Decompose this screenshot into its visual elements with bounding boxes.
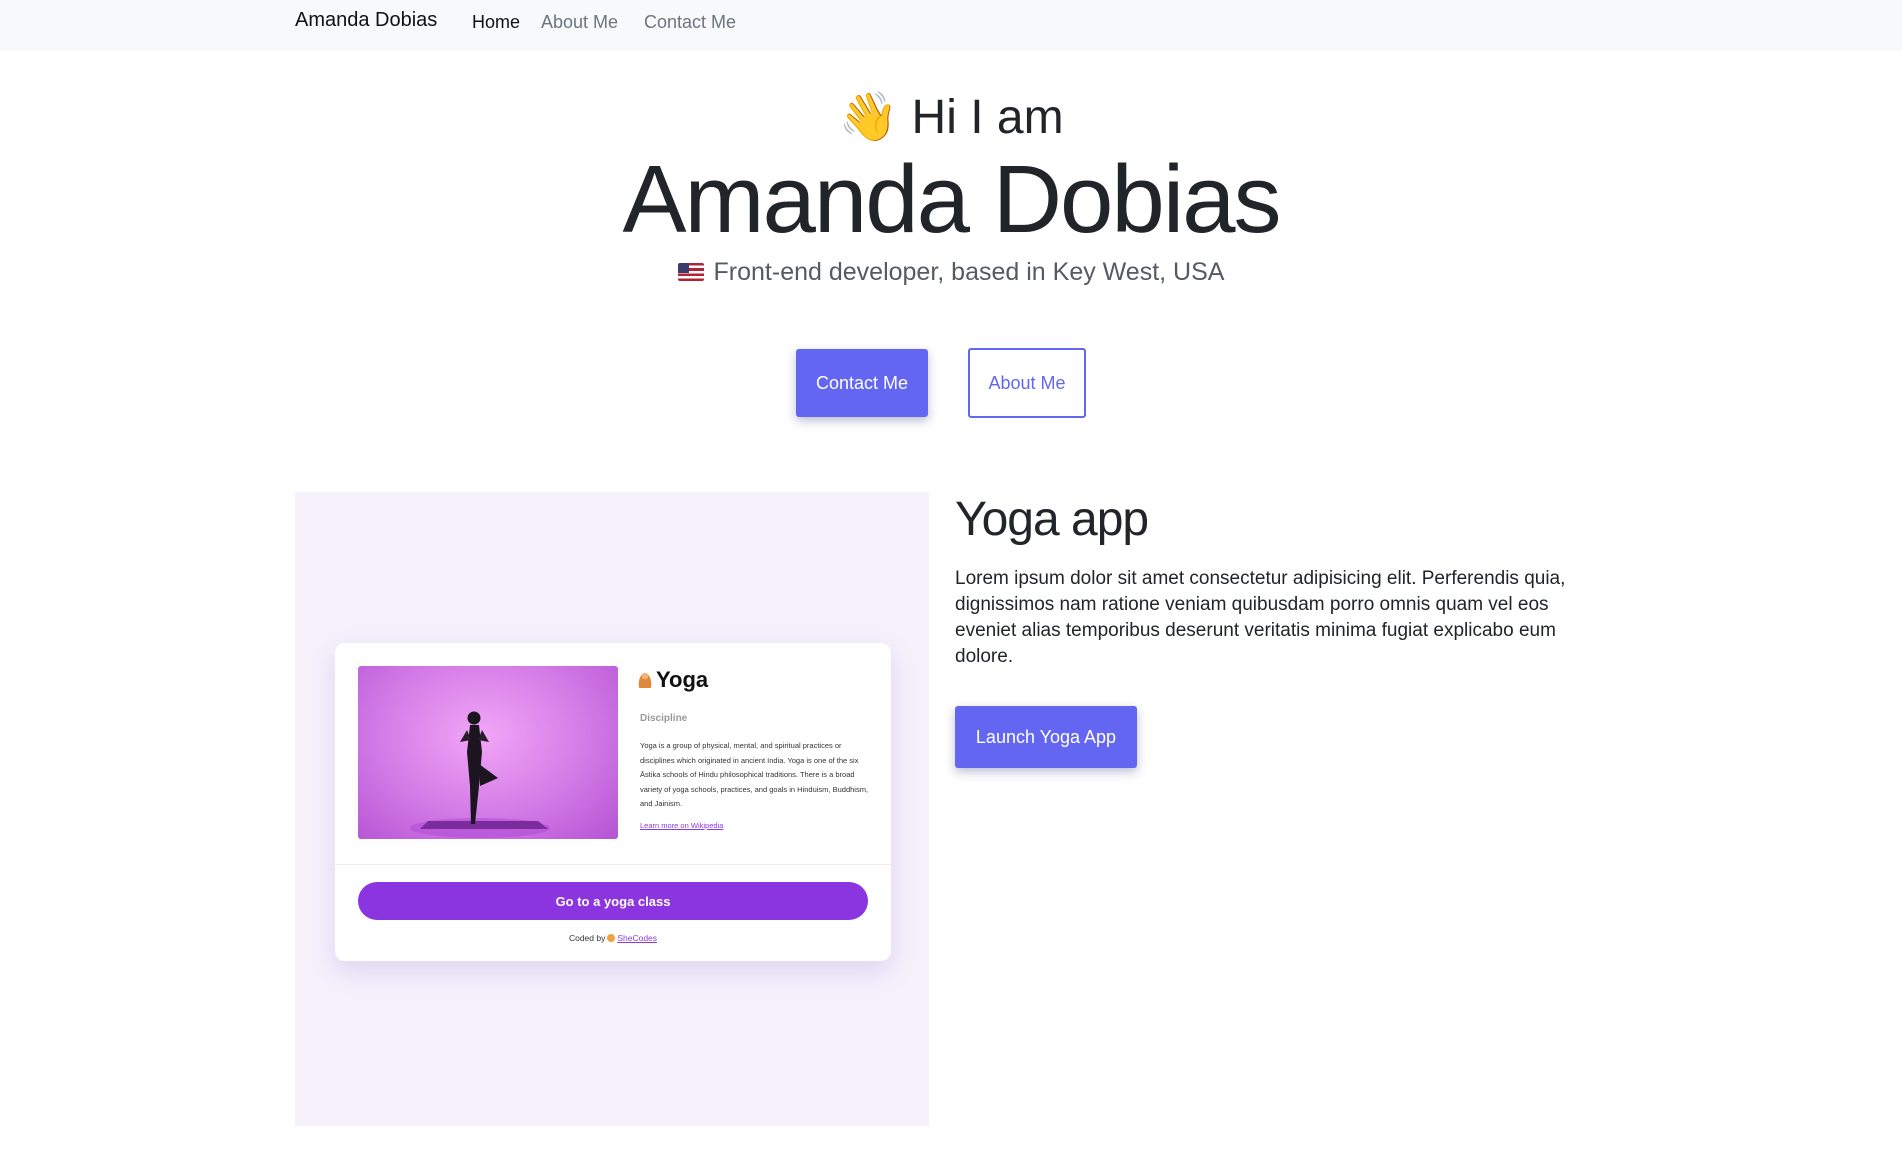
yoga-app-preview-card[interactable]: Yoga Discipline Yoga is a group of physi… <box>335 643 891 961</box>
project-title: Yoga app <box>955 493 1149 546</box>
preview-subtitle: Discipline <box>640 713 688 724</box>
project-preview-panel: Yoga Discipline Yoga is a group of physi… <box>295 492 929 1126</box>
navbar: Amanda Dobias Home About Me Contact Me <box>0 0 1902 51</box>
project-description: Lorem ipsum dolor sit amet consectetur a… <box>955 568 1566 667</box>
waving-hand-icon: 👋 <box>838 91 899 144</box>
coded-by-text: Coded by <box>568 933 606 943</box>
shecodes-link[interactable]: SheCodes <box>617 933 657 943</box>
hero-name: Amanda Dobias <box>622 146 1281 253</box>
preview-wikipedia-link[interactable]: Learn more on Wikipedia <box>640 821 723 830</box>
nav-link-contact-me[interactable]: Contact Me <box>644 12 736 33</box>
preview-divider <box>335 864 891 865</box>
about-me-button[interactable]: About Me <box>968 348 1086 418</box>
preview-title: Yoga <box>638 667 708 693</box>
us-flag-icon <box>677 263 704 281</box>
launch-yoga-app-button[interactable]: Launch Yoga App <box>955 706 1137 768</box>
heart-icon <box>607 934 616 942</box>
contact-me-button[interactable]: Contact Me <box>796 349 928 417</box>
hero-greeting-text: Hi I am <box>911 91 1064 144</box>
hero-greeting: 👋 Hi I am <box>0 88 1902 145</box>
hero-subtitle: Front-end developer, based in Key West, … <box>0 258 1902 287</box>
person-in-lotus-position-icon <box>638 672 652 688</box>
hero-subtitle-text: Front-end developer, based in Key West, … <box>713 258 1225 286</box>
yoga-class-button[interactable]: Go to a yoga class <box>358 882 868 920</box>
preview-title-text: Yoga <box>656 667 709 692</box>
preview-coded-by: Coded by SheCodes <box>335 933 891 943</box>
nav-link-home[interactable]: Home <box>472 12 520 33</box>
yoga-pose-image <box>358 666 618 839</box>
brand-link[interactable]: Amanda Dobias <box>295 9 437 32</box>
nav-link-about-me[interactable]: About Me <box>541 12 618 33</box>
preview-description: Yoga is a group of physical, mental, and… <box>640 741 869 808</box>
